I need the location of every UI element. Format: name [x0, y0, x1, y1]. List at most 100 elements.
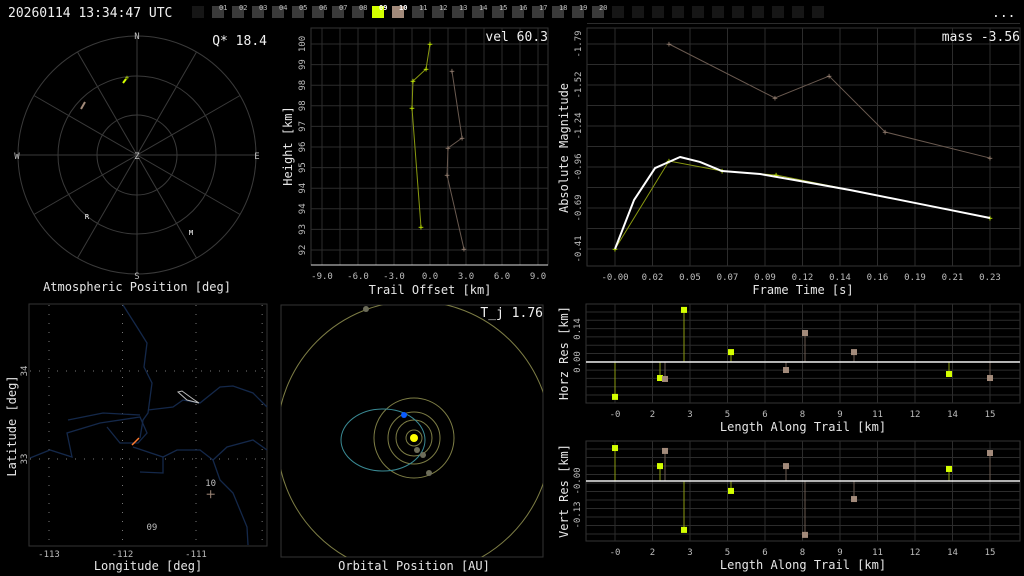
- x-tick-label: 6.0: [494, 272, 510, 282]
- x-tick-label: 0.14: [829, 273, 851, 283]
- east-label: E: [254, 152, 259, 162]
- river: [29, 416, 148, 459]
- x-tick-label: 0.19: [904, 273, 926, 283]
- residual-point-station-b: [662, 447, 668, 454]
- residual-point-station-b: [783, 463, 789, 470]
- x-tick-label: 3: [687, 410, 692, 420]
- x-tick-label: 9: [837, 410, 842, 420]
- x-tick-label: 15: [985, 548, 996, 558]
- vertical-residual-chart: Length Along Trail [km] Vert Res [km] -0…: [557, 440, 1021, 572]
- x-tick-label: 0.02: [642, 273, 664, 283]
- x-tick-label: 8: [800, 410, 805, 420]
- grid: [310, 27, 549, 266]
- magnitude-xlabel: Frame Time [s]: [752, 283, 853, 297]
- residual-point-station-b: [662, 375, 668, 382]
- frame-slot-empty[interactable]: [632, 6, 644, 18]
- frame-slot-empty[interactable]: [772, 6, 784, 18]
- x-tick-label: 0.16: [867, 273, 889, 283]
- magnitude-ylabel: Absolute Magnitude: [557, 83, 571, 213]
- residual-point-station-a: [612, 445, 618, 452]
- planet-marker: [414, 447, 420, 453]
- frame-slot-empty[interactable]: [712, 6, 724, 18]
- residual-point-station-a: [657, 463, 663, 470]
- planet-marker: [363, 306, 369, 312]
- magnitude-chart: mass -3.56 Frame Time [s] Absolute Magni…: [557, 23, 1021, 297]
- data-point-station-b: +: [445, 144, 451, 154]
- frame-slot-empty[interactable]: [672, 6, 684, 18]
- station-a-sky-start-marker: +: [125, 74, 129, 82]
- x-tick-label: 0.07: [717, 273, 739, 283]
- station-b-sky-track: [80, 101, 86, 110]
- orbital-position-panel: T_j 1.76 Orbital Position [AU]: [280, 304, 544, 573]
- x-tick-label: -6.0: [347, 272, 369, 282]
- x-tick-label: 0.12: [792, 273, 814, 283]
- y-tick-label: 97: [298, 121, 308, 132]
- y-tick-label: 0.00: [573, 351, 583, 373]
- frame-slot-empty[interactable]: [792, 6, 804, 18]
- frame-selector[interactable]: 01 02 03 04 05 06 07 08 09 10 11 12 13 14 15 16 17 18 19 20: [192, 4, 824, 18]
- residual-point-station-b: [802, 531, 808, 538]
- frame-slot-empty[interactable]: [192, 6, 204, 18]
- frame-label: 20: [599, 4, 607, 12]
- x-tick-label: 6: [762, 410, 767, 420]
- frame-label: 09: [379, 4, 387, 12]
- y-tick-label: 0.14: [573, 318, 583, 340]
- lon-tick-label: -112: [112, 550, 134, 560]
- x-tick-label: 12: [910, 548, 921, 558]
- frame-label: 04: [279, 4, 287, 12]
- x-tick-label: 12: [910, 410, 921, 420]
- y-tick-label: 99: [298, 59, 308, 70]
- trail-ylabel: Height [km]: [281, 106, 295, 185]
- x-tick-label: 11: [872, 548, 883, 558]
- west-label: W: [14, 152, 20, 162]
- frame-label: 13: [459, 4, 467, 12]
- x-tick-label: 5: [725, 410, 730, 420]
- residual-point-station-b: [851, 349, 857, 356]
- dashboard: 20260114 13:34:47 UTC 01 02 03 04 05 06 07 08 09…: [5, 4, 1021, 573]
- grid: [586, 23, 1021, 267]
- data-point-station-a: +: [409, 104, 415, 114]
- planet-marker: [426, 470, 432, 476]
- data-point-station-a: +: [423, 65, 429, 75]
- lon-tick-label: -111: [185, 550, 207, 560]
- frame-label: 11: [419, 4, 427, 12]
- frame-slot-empty[interactable]: [752, 6, 764, 18]
- frame-slot-empty[interactable]: [732, 6, 744, 18]
- menu-button[interactable]: ...: [992, 6, 1015, 21]
- x-tick-label: 14: [947, 410, 958, 420]
- frame-label: 08: [359, 4, 367, 12]
- x-tick-label: 2: [650, 548, 655, 558]
- planet-marker: [420, 452, 426, 458]
- residual-point-station-b: [802, 330, 808, 337]
- residual-point-station-a: [946, 371, 952, 378]
- series-line-station-b: [446, 70, 465, 250]
- atmospheric-position-panel: Q* 18.4 N S W E Z R M + Atmospheric Posi…: [14, 32, 267, 294]
- data-point-station-a: +: [410, 77, 416, 87]
- y-tick-label: 100: [298, 36, 308, 52]
- atmospheric-title: Atmospheric Position [deg]: [43, 280, 231, 294]
- y-tick-label: -1.79: [574, 30, 584, 57]
- trail-xlabel: Trail Offset [km]: [369, 283, 492, 297]
- residual-point-station-a: [728, 487, 734, 494]
- x-tick-label: 0.0: [422, 272, 438, 282]
- data-point-station-b: +: [882, 128, 888, 138]
- residual-point-station-b: [783, 367, 789, 374]
- x-tick-label: 0.23: [979, 273, 1001, 283]
- y-tick-label: 93: [298, 224, 308, 235]
- frame-slot-empty[interactable]: [612, 6, 624, 18]
- trail-height-chart: vel 60.3 Trail Offset [km] Height [km] -…: [281, 27, 549, 297]
- river: [147, 385, 268, 411]
- marker-m: M: [189, 229, 193, 237]
- data-point-station-b: +: [666, 40, 672, 50]
- orbital-frame: [280, 304, 544, 558]
- frame-label: 01: [219, 4, 227, 12]
- frame-slot-empty[interactable]: [652, 6, 664, 18]
- station-label: 09: [146, 523, 157, 533]
- map-ylabel: Latitude [deg]: [5, 375, 19, 476]
- frame-label: 10: [399, 4, 407, 12]
- frame-label: 18: [559, 4, 567, 12]
- frame-slot-empty[interactable]: [812, 6, 824, 18]
- river: [139, 457, 164, 474]
- frame-slot-empty[interactable]: [692, 6, 704, 18]
- lat-tick-label: 34: [20, 366, 30, 377]
